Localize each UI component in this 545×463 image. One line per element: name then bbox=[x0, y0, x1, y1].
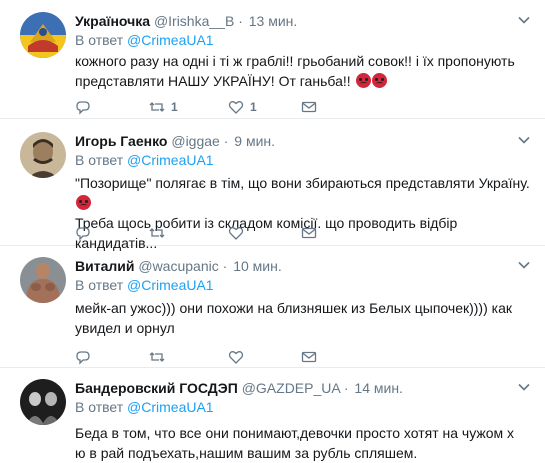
tweet-card[interactable]: Україночка @Irishka__B · 13 мин. В ответ… bbox=[0, 0, 545, 119]
heart-icon bbox=[228, 351, 244, 364]
tweet-actions: 1 1 bbox=[75, 97, 375, 117]
reply-button[interactable] bbox=[75, 223, 91, 243]
reply-icon bbox=[76, 351, 90, 365]
separator-dot: · bbox=[238, 13, 243, 29]
direct-message-button[interactable] bbox=[301, 97, 317, 117]
tweet-text: кожного разу на одні і ті ж граблі!! грь… bbox=[75, 51, 525, 91]
separator-dot: · bbox=[343, 380, 349, 396]
user-handle[interactable]: @wacupanic bbox=[138, 258, 218, 274]
like-button[interactable] bbox=[228, 347, 244, 367]
avatar[interactable] bbox=[20, 257, 66, 303]
tweet-actions bbox=[75, 223, 375, 243]
reply-mention[interactable]: @CrimeaUA1 bbox=[127, 32, 214, 48]
reply-mention[interactable]: @CrimeaUA1 bbox=[127, 399, 214, 415]
like-button[interactable]: 1 bbox=[228, 97, 257, 117]
tweet-card[interactable]: Бандеровский ГОСДЭП @GAZDEP_UA · 14 мин.… bbox=[0, 368, 545, 463]
display-name[interactable]: Україночка bbox=[75, 13, 150, 29]
reply-mention[interactable]: @CrimeaUA1 bbox=[127, 277, 214, 293]
reply-context: В ответ @CrimeaUA1 bbox=[75, 398, 214, 416]
chevron-down-icon[interactable] bbox=[517, 13, 531, 27]
user-handle[interactable]: @GAZDEP_UA bbox=[242, 380, 340, 396]
angry-face-emoji bbox=[371, 73, 387, 88]
retweet-button[interactable] bbox=[149, 223, 165, 243]
angry-face-emoji bbox=[76, 195, 91, 210]
reply-prefix: В ответ bbox=[75, 32, 128, 48]
retweet-icon bbox=[149, 228, 165, 238]
display-name[interactable]: Виталий bbox=[75, 258, 134, 274]
tweet-card[interactable]: Игорь Гаенко @iggae · 9 мин. В ответ @Cr… bbox=[0, 119, 545, 251]
retweet-icon bbox=[149, 352, 165, 362]
tweet-header: Виталий @wacupanic · 10 мин. bbox=[75, 257, 282, 275]
avatar[interactable] bbox=[20, 12, 66, 58]
reply-context: В ответ @CrimeaUA1 bbox=[75, 151, 214, 169]
timestamp[interactable]: 14 мин. bbox=[354, 380, 403, 396]
retweet-count: 1 bbox=[171, 100, 178, 114]
tweet-header: Україночка @Irishka__B · 13 мин. bbox=[75, 12, 297, 30]
timestamp[interactable]: 13 мин. bbox=[249, 13, 298, 29]
reply-context: В ответ @CrimeaUA1 bbox=[75, 31, 214, 49]
tweet-feed: Україночка @Irishka__B · 13 мин. В ответ… bbox=[0, 0, 545, 463]
tweet-text-content: "Позорище" полягає в тім, що вони збираю… bbox=[75, 175, 530, 191]
reply-prefix: В ответ bbox=[75, 277, 128, 293]
reply-prefix: В ответ bbox=[75, 152, 128, 168]
timestamp[interactable]: 10 мин. bbox=[233, 258, 282, 274]
reply-icon bbox=[76, 101, 90, 115]
reply-button[interactable] bbox=[75, 97, 91, 117]
separator-dot: · bbox=[223, 133, 229, 149]
reply-prefix: В ответ bbox=[75, 399, 128, 415]
chevron-down-icon[interactable] bbox=[517, 133, 531, 147]
tweet-header: Бандеровский ГОСДЭП @GAZDEP_UA · 14 мин. bbox=[75, 379, 403, 397]
reply-mention[interactable]: @CrimeaUA1 bbox=[127, 152, 214, 168]
tweet-header: Игорь Гаенко @iggae · 9 мин. bbox=[75, 132, 275, 150]
avatar[interactable] bbox=[20, 379, 66, 425]
chevron-down-icon[interactable] bbox=[517, 380, 531, 394]
retweet-button[interactable]: 1 bbox=[149, 97, 178, 117]
reply-icon bbox=[76, 227, 90, 241]
chevron-down-icon[interactable] bbox=[517, 258, 531, 272]
tweet-text-content: мейк-ап ужос))) они похожи на близняшек … bbox=[75, 300, 512, 336]
heart-icon bbox=[228, 227, 244, 240]
envelope-icon bbox=[301, 101, 317, 113]
tweet-card[interactable]: Виталий @wacupanic · 10 мин. В ответ @Cr… bbox=[0, 246, 545, 368]
user-handle[interactable]: @iggae bbox=[171, 133, 219, 149]
tweet-text-content: Беда в том, что все они понимают,девочки… bbox=[75, 425, 515, 461]
display-name[interactable]: Бандеровский ГОСДЭП bbox=[75, 380, 238, 396]
retweet-button[interactable] bbox=[149, 347, 165, 367]
tweet-actions bbox=[75, 347, 375, 367]
separator-dot: · bbox=[222, 258, 228, 274]
angry-face-emoji bbox=[355, 73, 371, 88]
avatar[interactable] bbox=[20, 132, 66, 178]
reply-context: В ответ @CrimeaUA1 bbox=[75, 276, 214, 294]
tweet-text: Беда в том, что все они понимают,девочки… bbox=[75, 423, 525, 463]
retweet-icon bbox=[149, 102, 165, 112]
envelope-icon bbox=[301, 351, 317, 363]
heart-icon bbox=[228, 101, 244, 114]
user-handle[interactable]: @Irishka__B bbox=[154, 13, 234, 29]
direct-message-button[interactable] bbox=[301, 347, 317, 367]
envelope-icon bbox=[301, 227, 317, 239]
like-button[interactable] bbox=[228, 223, 244, 243]
tweet-text: мейк-ап ужос))) они похожи на близняшек … bbox=[75, 298, 537, 338]
display-name[interactable]: Игорь Гаенко bbox=[75, 133, 167, 149]
direct-message-button[interactable] bbox=[301, 223, 317, 243]
like-count: 1 bbox=[250, 100, 257, 114]
timestamp[interactable]: 9 мин. bbox=[234, 133, 275, 149]
tweet-text-content: кожного разу на одні і ті ж граблі!! грь… bbox=[75, 53, 515, 89]
reply-button[interactable] bbox=[75, 347, 91, 367]
